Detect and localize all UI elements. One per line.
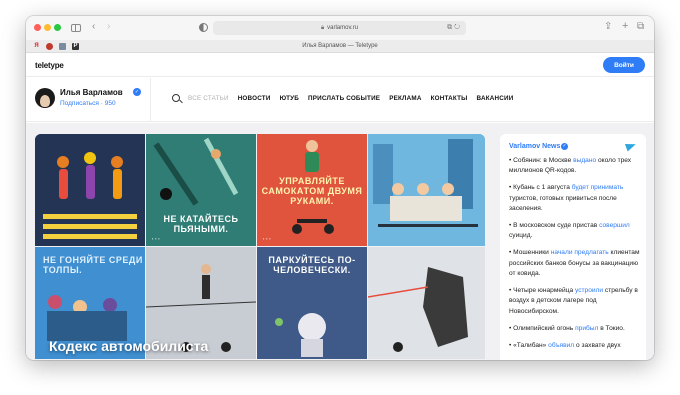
news-channel-title[interactable]: Varlamov News <box>509 143 560 150</box>
article-title[interactable]: Кодекс автомобилиста <box>49 338 208 354</box>
news-item: • Мошенники начали предлагать клиентам р… <box>509 249 640 278</box>
nav-advertising[interactable]: РЕКЛАМА <box>389 95 421 102</box>
privacy-shield-icon[interactable] <box>199 23 208 32</box>
teletype-logo[interactable]: teletype <box>35 61 64 70</box>
illustration-panel: УПРАВЛЯЙТЕ САМОКАТОМ ДВУМЯ РУКАМИ. ▪ ▪ ▪ <box>257 134 367 246</box>
news-item: • Четыре юнармейца устроили стрельбу в в… <box>509 287 638 315</box>
news-link[interactable]: совершил <box>599 222 630 229</box>
avatar[interactable] <box>35 88 55 108</box>
news-item: • В московском суде пристав совершил суи… <box>509 222 630 240</box>
nav-vacancies[interactable]: ВАКАНСИИ <box>477 95 514 102</box>
zoom-window-button[interactable] <box>54 24 61 31</box>
blog-header: Илья Варламов ✓ Подписаться · 950 ВСЕ СТ… <box>26 78 654 122</box>
lock-icon: 🔒︎ <box>320 24 325 31</box>
verified-icon: ✓ <box>561 143 568 150</box>
divider <box>150 78 151 122</box>
back-arrow-icon[interactable]: ‹ <box>92 21 95 33</box>
site-header: teletype Войти <box>26 53 654 77</box>
monster-illustration <box>368 247 485 359</box>
news-item: • Кубань с 1 августа будет принимать тур… <box>509 184 624 213</box>
news-link[interactable]: начали предлагать <box>551 249 609 256</box>
browser-toolbar: ‹ › 🔒︎ varlamov.ru ⧉↻ ⇪ + ⧉ <box>26 16 654 40</box>
telegram-icon[interactable] <box>624 140 638 152</box>
panel-caption: НЕ ГОНЯЙТЕ СРЕДИ ТОЛПЫ. <box>43 255 143 275</box>
news-link[interactable]: объявил <box>548 342 574 349</box>
url-text: varlamov.ru <box>327 25 359 31</box>
nav-news[interactable]: НОВОСТИ <box>238 95 271 102</box>
illustration-panel: ПАРКУЙТЕСЬ ПО-ЧЕЛОВЕЧЕСКИ. <box>257 247 367 359</box>
news-list: • Собянин: в Москве выдано около трех ми… <box>509 156 641 358</box>
panel-caption: НЕ КАТАЙТЕСЬ ПЬЯНЫМИ. <box>163 214 239 234</box>
address-bar[interactable]: 🔒︎ varlamov.ru ⧉↻ <box>213 21 466 35</box>
sidebar-toggle-icon[interactable] <box>71 24 81 32</box>
nav-contacts[interactable]: КОНТАКТЫ <box>431 95 468 102</box>
news-item: • Олимпийский огонь прибыл в Токио. <box>509 324 625 332</box>
verified-icon: ✓ <box>133 88 141 96</box>
panel-footer: ▪ ▪ ▪ <box>152 236 160 241</box>
illustration-panel <box>368 247 485 359</box>
close-window-button[interactable] <box>34 24 41 31</box>
reload-icon[interactable]: ⧉↻ <box>447 24 462 32</box>
minimize-window-button[interactable] <box>44 24 51 31</box>
tab-overview-icon[interactable]: ⧉ <box>637 21 644 33</box>
illustration-panel <box>368 134 485 246</box>
nav-all-articles[interactable]: ВСЕ СТАТЬИ <box>188 95 229 102</box>
nav-send-event[interactable]: ПРИСЛАТЬ СОБЫТИЕ <box>308 95 380 102</box>
news-link[interactable]: прибыл <box>575 325 598 332</box>
blog-nav: ВСЕ СТАТЬИ НОВОСТИ ЮТУБ ПРИСЛАТЬ СОБЫТИЕ… <box>188 95 513 102</box>
share-icon[interactable]: ⇪ <box>604 21 612 33</box>
crowd-illustration <box>368 134 485 246</box>
panel-footer: ▪ ▪ ▪ <box>263 236 271 241</box>
content-area: НЕ КАТАЙТЕСЬ ПЬЯНЫМИ. ▪ ▪ ▪ УПРАВЛЯЙТЕ С… <box>26 123 654 360</box>
subscribe-link[interactable]: Подписаться · 950 <box>60 100 116 107</box>
panel-caption: УПРАВЛЯЙТЕ САМОКАТОМ ДВУМЯ РУКАМИ. <box>261 176 363 206</box>
news-link[interactable]: будет принимать <box>572 184 624 191</box>
login-button[interactable]: Войти <box>603 57 645 73</box>
tab-title: Илья Варламов — Teletype <box>302 43 378 49</box>
browser-window: ‹ › 🔒︎ varlamov.ru ⧉↻ ⇪ + ⧉ Я P Илья Вар… <box>26 16 654 360</box>
new-tab-icon[interactable]: + <box>622 20 628 32</box>
article-cover[interactable]: НЕ КАТАЙТЕСЬ ПЬЯНЫМИ. ▪ ▪ ▪ УПРАВЛЯЙТЕ С… <box>35 134 485 360</box>
forward-arrow-icon[interactable]: › <box>107 21 110 33</box>
news-item: • «Талибан» объявил о захвате двух <box>509 341 621 349</box>
news-widget: Varlamov News ✓ • Собянин: в Москве выда… <box>500 134 646 360</box>
panel-caption: ПАРКУЙТЕСЬ ПО-ЧЕЛОВЕЧЕСКИ. <box>268 255 356 275</box>
news-item: • Собянин: в Москве выдано около трех ми… <box>509 157 632 175</box>
illustration-panel <box>35 134 145 246</box>
nav-youtube[interactable]: ЮТУБ <box>280 95 299 102</box>
search-icon[interactable] <box>172 94 180 102</box>
news-link[interactable]: выдано <box>573 157 596 164</box>
illustration-panel: НЕ КАТАЙТЕСЬ ПЬЯНЫМИ. ▪ ▪ ▪ <box>146 134 256 246</box>
crosswalk-illustration <box>35 134 145 246</box>
favorites-bar: Я P Илья Варламов — Teletype <box>26 40 654 53</box>
author-name[interactable]: Илья Варламов <box>60 88 123 97</box>
news-link[interactable]: устроили <box>575 287 603 294</box>
